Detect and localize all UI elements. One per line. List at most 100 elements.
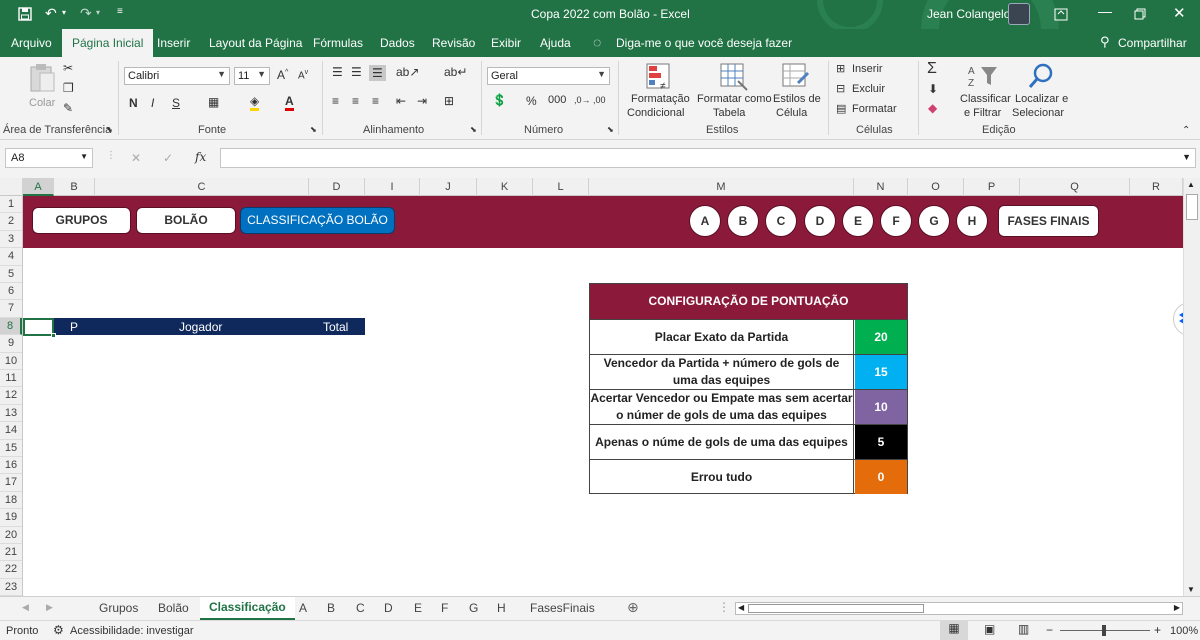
column-header-q[interactable]: Q	[1020, 178, 1130, 196]
italic-icon[interactable]: I	[151, 96, 154, 110]
expand-formula-icon[interactable]: ▼	[1182, 152, 1191, 162]
ribbon-display-icon[interactable]	[1054, 8, 1068, 21]
prev-sheet-icon[interactable]: ◀	[22, 602, 29, 613]
fases-finais-button[interactable]: FASES FINAIS	[998, 205, 1099, 237]
sheet-tab-a[interactable]: A	[299, 601, 307, 615]
tab-split-icon[interactable]: ⋮	[718, 600, 730, 614]
align-top-icon[interactable]: ☰	[332, 65, 343, 79]
insert-cells-button[interactable]: Inserir	[852, 63, 883, 75]
avatar[interactable]	[1008, 3, 1030, 25]
sheet-tab-classificacao[interactable]: Classificação	[200, 597, 295, 620]
column-header-o[interactable]: O	[908, 178, 964, 196]
sheet-tab-f[interactable]: F	[441, 601, 448, 615]
cancel-entry-icon[interactable]: ✕	[131, 151, 141, 165]
column-header-j[interactable]: J	[420, 178, 477, 196]
group-h-button[interactable]: H	[956, 205, 988, 237]
close-icon[interactable]: ✕	[1173, 4, 1186, 22]
delete-cells-button[interactable]: Excluir	[852, 83, 885, 95]
sheet-tab-fasesfinais[interactable]: FasesFinais	[530, 601, 595, 615]
number-format-select[interactable]: Geral ▼	[487, 67, 610, 85]
add-sheet-icon[interactable]: ⊕	[627, 599, 639, 616]
formula-input[interactable]: ▼	[220, 148, 1196, 168]
align-middle-icon[interactable]: ☰	[351, 65, 362, 79]
paste-button[interactable]: Colar	[26, 61, 58, 111]
row-header-10[interactable]: 10	[0, 353, 22, 370]
format-as-table-button[interactable]: Formatar como Tabela	[694, 61, 772, 121]
tab-arquivo[interactable]: Arquivo	[11, 36, 52, 50]
sheet-tab-c[interactable]: C	[356, 601, 365, 615]
row-header-9[interactable]: 9	[0, 335, 22, 353]
shrink-font-icon[interactable]: Av	[298, 69, 308, 81]
undo-dropdown-icon[interactable]: ▾	[62, 8, 66, 17]
confirm-entry-icon[interactable]: ✓	[163, 151, 173, 165]
select-all-corner[interactable]	[0, 178, 23, 196]
zoom-slider[interactable]	[1060, 625, 1150, 636]
decrease-decimal-icon[interactable]: ,00	[593, 95, 606, 105]
insert-function-icon[interactable]: fx	[195, 150, 206, 164]
zoom-in-icon[interactable]: +	[1154, 623, 1161, 637]
insert-cells-icon[interactable]: ⊞	[836, 62, 845, 75]
zoom-level[interactable]: 100%	[1170, 625, 1198, 637]
row-header-21[interactable]: 21	[0, 544, 22, 562]
column-header-d[interactable]: D	[309, 178, 365, 196]
find-select-button[interactable]: Localizar e Selecionar	[1012, 61, 1070, 121]
format-cells-button[interactable]: Formatar	[852, 103, 897, 115]
tab-ajuda[interactable]: Ajuda	[540, 36, 571, 50]
percent-icon[interactable]: %	[526, 94, 537, 108]
delete-cells-icon[interactable]: ⊟	[836, 82, 845, 95]
maximize-icon[interactable]	[1134, 8, 1146, 20]
increase-indent-icon[interactable]: ⇥	[417, 94, 427, 108]
group-g-button[interactable]: G	[918, 205, 950, 237]
row-header-22[interactable]: 22	[0, 561, 22, 579]
column-header-m[interactable]: M	[589, 178, 854, 196]
currency-icon[interactable]: 💲	[492, 93, 507, 107]
autosum-icon[interactable]: Σ	[927, 60, 937, 78]
borders-icon[interactable]: ▦	[208, 95, 219, 109]
bold-icon[interactable]: N	[129, 96, 138, 110]
sheet-tab-grupos[interactable]: Grupos	[99, 601, 138, 615]
cell-styles-button[interactable]: Estilos de Célula	[772, 61, 821, 121]
column-header-l[interactable]: L	[533, 178, 589, 196]
group-c-button[interactable]: C	[765, 205, 797, 237]
row-header-1[interactable]: 1	[0, 196, 22, 214]
row-header-4[interactable]: 4	[0, 248, 22, 266]
tab-inserir[interactable]: Inserir	[157, 36, 190, 50]
orientation-icon[interactable]: ab↗	[396, 65, 419, 79]
fill-color-icon[interactable]: ◈	[250, 94, 260, 111]
column-header-b[interactable]: B	[54, 178, 95, 196]
row-header-12[interactable]: 12	[0, 387, 22, 405]
bolao-button[interactable]: BOLÃO	[136, 207, 236, 234]
share-button[interactable]: Compartilhar	[1118, 36, 1187, 50]
scroll-down-icon[interactable]: ▼	[1187, 585, 1195, 594]
grupos-button[interactable]: GRUPOS	[32, 207, 131, 234]
row-header-7[interactable]: 7	[0, 300, 22, 318]
underline-icon[interactable]: S	[172, 96, 180, 110]
undo-icon[interactable]: ↶	[45, 5, 57, 22]
scroll-left-icon[interactable]: ◀	[738, 603, 744, 612]
row-header-8[interactable]: 8	[0, 317, 22, 336]
group-d-button[interactable]: D	[804, 205, 836, 237]
row-header-20[interactable]: 20	[0, 527, 22, 544]
font-color-icon[interactable]: A	[285, 94, 294, 111]
selected-cell[interactable]	[23, 318, 56, 338]
page-layout-view-icon[interactable]: ▣	[984, 622, 995, 636]
page-break-view-icon[interactable]: ▥	[1018, 622, 1029, 636]
decrease-indent-icon[interactable]: ⇤	[396, 94, 406, 108]
align-bottom-icon[interactable]: ☰	[369, 65, 386, 81]
row-header-15[interactable]: 15	[0, 440, 22, 457]
row-header-17[interactable]: 17	[0, 474, 22, 492]
horizontal-scrollbar[interactable]: ◀ ▶	[735, 602, 1183, 615]
font-size-select[interactable]: 11 ▼	[234, 67, 270, 85]
column-header-i[interactable]: I	[365, 178, 420, 196]
font-name-select[interactable]: Calibri ▼	[124, 67, 230, 85]
format-painter-icon[interactable]: ✎	[63, 101, 73, 115]
accessibility-icon[interactable]: ⚙	[53, 623, 64, 637]
fill-handle[interactable]	[51, 333, 56, 338]
sheet-tab-bolao[interactable]: Bolão	[158, 601, 189, 615]
clear-icon[interactable]: ◆	[928, 101, 937, 115]
dialog-launcher-icon[interactable]: ⬊	[470, 125, 477, 134]
sheet-tab-g[interactable]: G	[469, 601, 478, 615]
worksheet-grid[interactable]: GRUPOS BOLÃO CLASSIFICAÇÃO BOLÃO A B C D…	[23, 196, 1183, 596]
minimize-icon[interactable]: —	[1098, 3, 1112, 19]
column-header-n[interactable]: N	[854, 178, 908, 196]
